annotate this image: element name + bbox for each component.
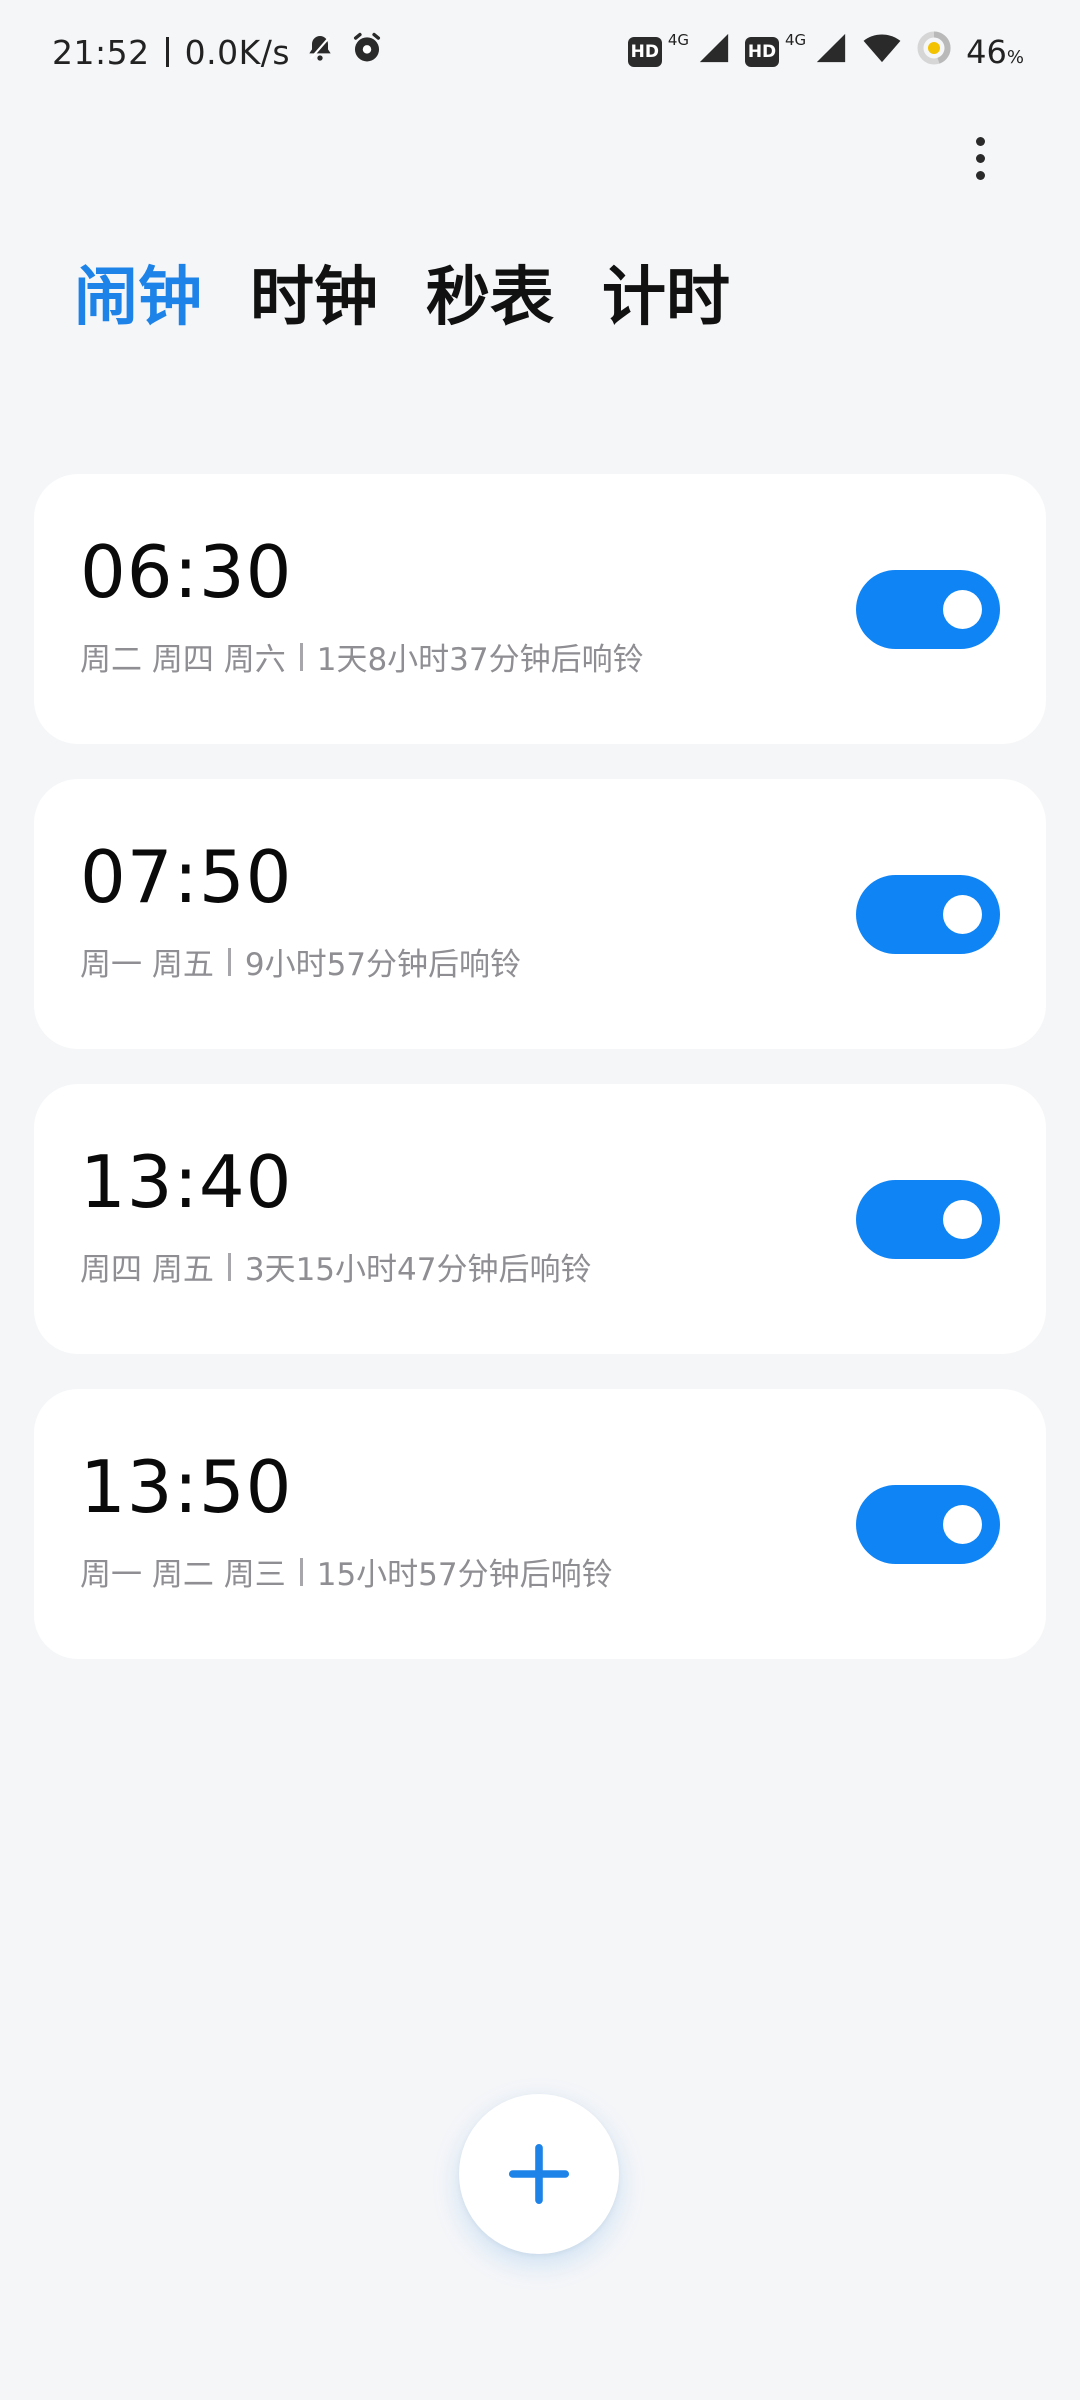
battery-percent: 46% bbox=[966, 33, 1024, 71]
divider bbox=[227, 1252, 231, 1281]
tab-alarm[interactable]: 闹钟 bbox=[74, 266, 202, 330]
hd-badge-2: HD bbox=[745, 37, 779, 67]
alarm-list: 06:30 周二 周四 周六 1天8小时37分钟后响铃 07:50 周一 周五 … bbox=[34, 474, 1046, 1694]
divider bbox=[299, 642, 303, 671]
battery-percent-unit: % bbox=[1006, 47, 1024, 68]
alarm-time: 07:50 bbox=[80, 835, 293, 919]
toggle-knob bbox=[943, 590, 982, 629]
net-type-2: 4G bbox=[785, 31, 807, 49]
toggle-knob bbox=[943, 1505, 982, 1544]
alarm-toggle[interactable] bbox=[856, 1180, 1000, 1259]
net-type-1: 4G bbox=[667, 31, 689, 49]
alarm-subtitle: 周四 周五 3天15小时47分钟后响铃 bbox=[80, 1244, 591, 1289]
alarm-clock-icon bbox=[350, 31, 384, 73]
divider bbox=[227, 947, 231, 976]
status-time: 21:52 bbox=[52, 32, 150, 72]
alarm-card[interactable]: 13:40 周四 周五 3天15小时47分钟后响铃 bbox=[34, 1084, 1046, 1354]
more-vertical-icon bbox=[975, 136, 985, 146]
signal-icon bbox=[697, 31, 731, 73]
alarm-remaining: 1天8小时37分钟后响铃 bbox=[316, 642, 644, 678]
more-vertical-icon bbox=[975, 170, 985, 180]
alarm-subtitle: 周一 周二 周三 15小时57分钟后响铃 bbox=[80, 1549, 613, 1594]
alarm-days: 周一 周二 周三 bbox=[80, 1557, 286, 1593]
status-bar: 21:52 0.0K/s HD 4G HD 4G 46% bbox=[0, 0, 1080, 100]
alarm-card[interactable]: 07:50 周一 周五 9小时57分钟后响铃 bbox=[34, 779, 1046, 1049]
alarm-subtitle: 周二 周四 周六 1天8小时37分钟后响铃 bbox=[80, 634, 644, 679]
hd-badge-1: HD bbox=[627, 37, 662, 67]
alarm-remaining: 9小时57分钟后响铃 bbox=[244, 947, 522, 983]
plus-icon bbox=[508, 2143, 570, 2205]
alarm-time: 13:50 bbox=[80, 1445, 293, 1529]
toggle-knob bbox=[943, 895, 982, 934]
bell-icon bbox=[304, 32, 336, 72]
tab-bar: 闹钟 时钟 秒表 计时 bbox=[74, 258, 730, 338]
alarm-toggle[interactable] bbox=[856, 1485, 1000, 1564]
alarm-toggle[interactable] bbox=[856, 570, 1000, 649]
alarm-remaining: 3天15小时47分钟后响铃 bbox=[244, 1252, 592, 1288]
alarm-time: 13:40 bbox=[80, 1140, 293, 1224]
alarm-card[interactable]: 13:50 周一 周二 周三 15小时57分钟后响铃 bbox=[34, 1389, 1046, 1659]
more-vertical-icon bbox=[975, 153, 985, 163]
alarm-card[interactable]: 06:30 周二 周四 周六 1天8小时37分钟后响铃 bbox=[34, 474, 1046, 744]
tab-timer[interactable]: 计时 bbox=[602, 266, 730, 330]
tab-clock[interactable]: 时钟 bbox=[250, 266, 378, 330]
alarm-remaining: 15小时57分钟后响铃 bbox=[316, 1557, 613, 1593]
tab-stopwatch[interactable]: 秒表 bbox=[426, 266, 554, 330]
alarm-days: 周一 周五 bbox=[80, 947, 214, 983]
status-net-speed: 0.0K/s bbox=[184, 32, 291, 72]
battery-ring-icon bbox=[916, 30, 952, 74]
alarm-subtitle: 周一 周五 9小时57分钟后响铃 bbox=[80, 939, 521, 984]
add-alarm-button[interactable] bbox=[459, 2094, 619, 2254]
status-separator bbox=[165, 37, 169, 67]
alarm-days: 周二 周四 周六 bbox=[80, 642, 286, 678]
alarm-days: 周四 周五 bbox=[80, 1252, 214, 1288]
battery-percent-value: 46 bbox=[966, 33, 1007, 71]
divider bbox=[299, 1557, 303, 1586]
toggle-knob bbox=[943, 1200, 982, 1239]
alarm-time: 06:30 bbox=[80, 530, 293, 614]
status-right: HD 4G HD 4G 46% bbox=[627, 26, 1024, 78]
more-options-button[interactable] bbox=[955, 124, 1005, 192]
status-left: 21:52 0.0K/s bbox=[52, 28, 384, 76]
signal-icon bbox=[814, 31, 848, 73]
alarm-toggle[interactable] bbox=[856, 875, 1000, 954]
wifi-icon bbox=[862, 31, 902, 73]
